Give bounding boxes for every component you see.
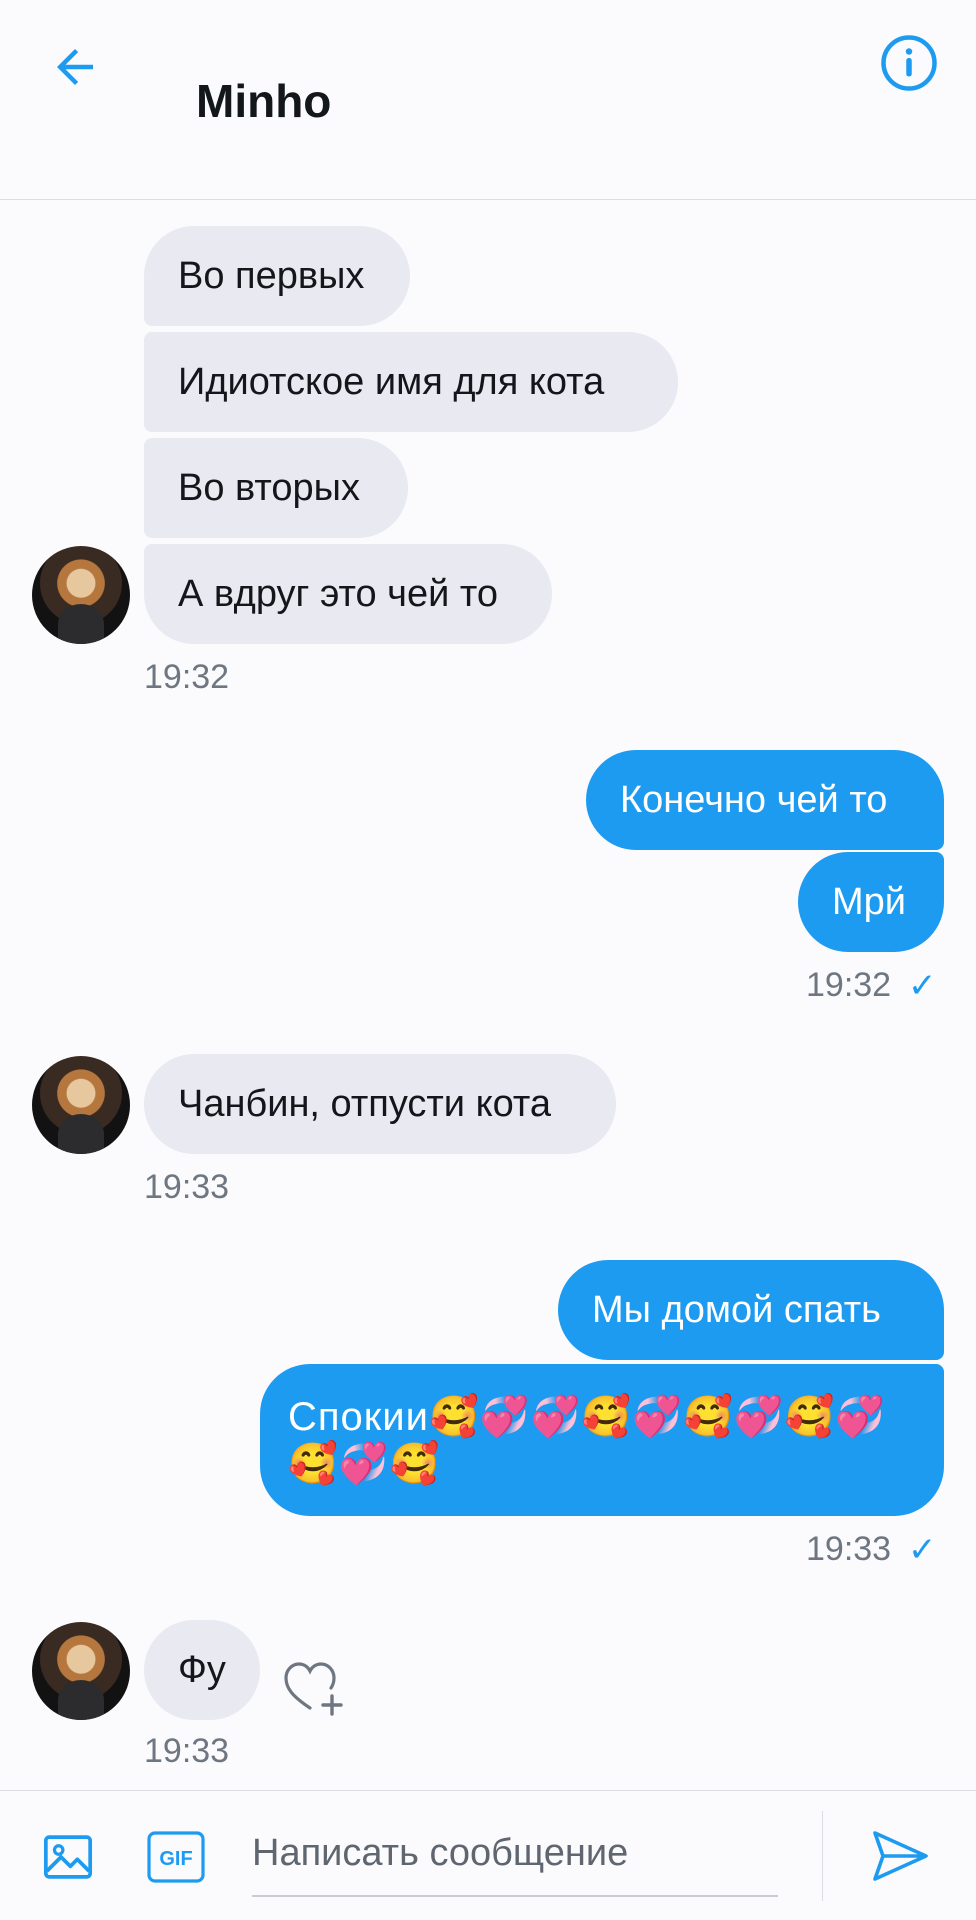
message-text: Фу (178, 1648, 226, 1691)
message-timestamp: 19:33 (806, 1530, 892, 1568)
message-text: Мрй (832, 880, 907, 923)
info-icon (881, 35, 937, 91)
message-timestamp: 19:33 (144, 1732, 230, 1770)
message-text-line: Спокии🥰💞💞🥰💞🥰💞🥰💞 (288, 1395, 887, 1439)
message-timestamp: 19:32 (806, 966, 892, 1004)
send-button[interactable] (866, 1825, 934, 1887)
message-bubble[interactable]: А вдруг это чей то (144, 544, 552, 644)
composer-divider (822, 1811, 823, 1901)
heart-plus-icon (284, 1662, 343, 1716)
back-button[interactable] (40, 32, 110, 102)
message-bubble[interactable]: Фу (144, 1620, 260, 1720)
sent-check-icon: ✓ (908, 1531, 937, 1569)
avatar[interactable] (32, 546, 130, 644)
image-icon (43, 1835, 93, 1879)
message-text: Мы домой спать (592, 1288, 881, 1331)
arrow-left-icon (57, 49, 93, 85)
message-timestamp: 19:32 (144, 658, 230, 696)
svg-text:GIF: GIF (159, 1848, 192, 1870)
like-button[interactable] (282, 1658, 352, 1718)
message-composer: GIF (0, 1790, 976, 1920)
message-bubble[interactable]: Во первых (144, 226, 410, 326)
message-bubble[interactable]: Конечно чей то (586, 750, 944, 850)
message-bubble[interactable]: Мы домой спать (558, 1260, 944, 1360)
message-bubble[interactable]: Идиотское имя для кота (144, 332, 678, 432)
message-text: Во вторых (178, 466, 360, 509)
gif-icon: GIF (147, 1831, 205, 1883)
chat-header: Minho (0, 0, 976, 200)
send-icon (873, 1831, 928, 1881)
message-bubble[interactable]: Чанбин, отпусти кота (144, 1054, 616, 1154)
message-input[interactable] (252, 1811, 778, 1895)
message-bubble[interactable]: Мрй (798, 852, 944, 952)
avatar[interactable] (32, 1622, 130, 1720)
message-text: Во первых (178, 254, 365, 297)
message-text: Конечно чей то (620, 778, 888, 821)
message-input-wrapper (252, 1811, 778, 1897)
add-image-button[interactable] (38, 1827, 98, 1887)
sent-check-icon: ✓ (908, 967, 937, 1005)
avatar[interactable] (32, 1056, 130, 1154)
message-text: Идиотское имя для кота (178, 360, 605, 403)
message-bubble[interactable]: Спокии🥰💞💞🥰💞🥰💞🥰💞 🥰💞🥰 (260, 1364, 944, 1516)
message-timestamp: 19:33 (144, 1168, 230, 1206)
chat-title: Minho (196, 75, 332, 127)
gif-button[interactable]: GIF (146, 1829, 206, 1885)
info-button[interactable] (876, 30, 942, 96)
message-bubble[interactable]: Во вторых (144, 438, 408, 538)
message-text: Чанбин, отпусти кота (178, 1082, 552, 1125)
message-text: А вдруг это чей то (178, 572, 499, 615)
message-text-line: 🥰💞🥰 (288, 1442, 441, 1486)
